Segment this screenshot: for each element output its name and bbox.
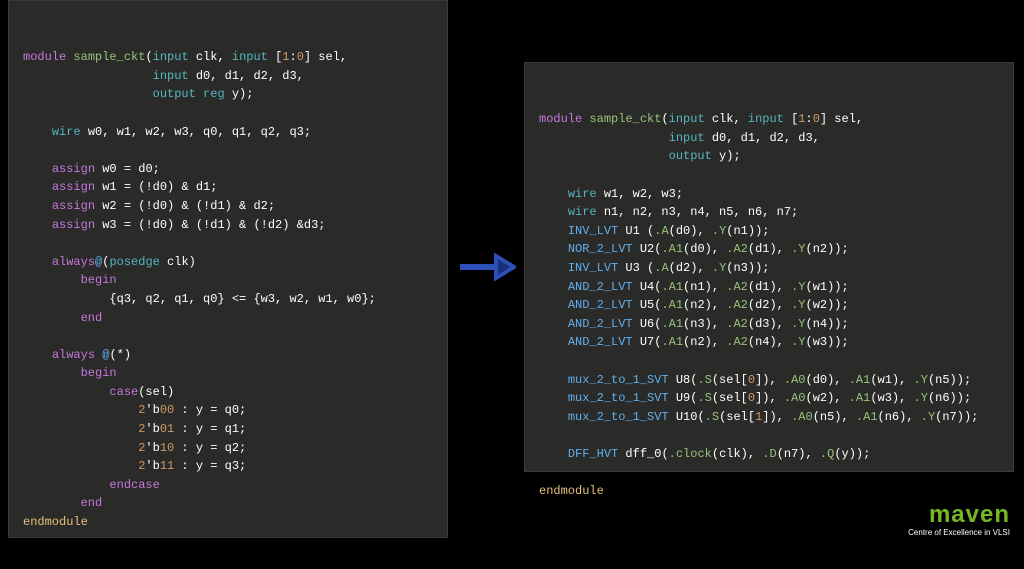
logo-text: maven bbox=[908, 504, 1010, 526]
code-line: 2'b10 : y = q2; bbox=[23, 439, 433, 458]
code-line: module sample_ckt(input clk, input [1:0]… bbox=[23, 48, 433, 67]
code-line: wire w0, w1, w2, w3, q0, q1, q2, q3; bbox=[23, 123, 433, 142]
code-line: output reg y); bbox=[23, 85, 433, 104]
code-line bbox=[23, 234, 433, 253]
code-line: assign w3 = (!d0) & (!d1) & (!d2) &d3; bbox=[23, 216, 433, 235]
code-line: 2'b01 : y = q1; bbox=[23, 420, 433, 439]
code-line: input d0, d1, d2, d3, bbox=[23, 67, 433, 86]
code-line: end bbox=[23, 309, 433, 328]
code-line: module sample_ckt(input clk, input [1:0]… bbox=[539, 110, 999, 129]
code-line: 2'b11 : y = q3; bbox=[23, 457, 433, 476]
code-line: case(sel) bbox=[23, 383, 433, 402]
code-line: input d0, d1, d2, d3, bbox=[539, 129, 999, 148]
code-line: end bbox=[23, 494, 433, 513]
code-line: AND_2_LVT U6(.A1(n3), .A2(d3), .Y(n4)); bbox=[539, 315, 999, 334]
code-line: AND_2_LVT U5(.A1(n2), .A2(d2), .Y(w2)); bbox=[539, 296, 999, 315]
code-line: wire w1, w2, w3; bbox=[539, 185, 999, 204]
code-line bbox=[539, 426, 999, 445]
code-line: INV_LVT U1 (.A(d0), .Y(n1)); bbox=[539, 222, 999, 241]
code-line: mux_2_to_1_SVT U8(.S(sel[0]), .A0(d0), .… bbox=[539, 371, 999, 390]
code-line: INV_LVT U3 (.A(d2), .Y(n3)); bbox=[539, 259, 999, 278]
code-line: begin bbox=[23, 271, 433, 290]
code-line bbox=[23, 141, 433, 160]
code-line: assign w0 = d0; bbox=[23, 160, 433, 179]
code-line: always @(*) bbox=[23, 346, 433, 365]
code-line: assign w2 = (!d0) & (!d1) & d2; bbox=[23, 197, 433, 216]
code-line: NOR_2_LVT U2(.A1(d0), .A2(d1), .Y(n2)); bbox=[539, 240, 999, 259]
brand-logo: maven Centre of Excellence in VLSI bbox=[908, 504, 1010, 537]
logo-subtitle: Centre of Excellence in VLSI bbox=[908, 528, 1010, 537]
code-line: endcase bbox=[23, 476, 433, 495]
code-content: module sample_ckt(input clk, input [1:0]… bbox=[539, 110, 999, 500]
code-line: 2'b00 : y = q0; bbox=[23, 401, 433, 420]
code-line: endmodule bbox=[23, 513, 433, 532]
code-line: output y); bbox=[539, 147, 999, 166]
arrow-icon bbox=[456, 252, 516, 282]
code-line: AND_2_LVT U7(.A1(n2), .A2(n4), .Y(w3)); bbox=[539, 333, 999, 352]
code-line: always@(posedge clk) bbox=[23, 253, 433, 272]
code-line bbox=[539, 463, 999, 482]
left-code-panel: module sample_ckt(input clk, input [1:0]… bbox=[8, 0, 448, 538]
code-line: mux_2_to_1_SVT U9(.S(sel[0]), .A0(w2), .… bbox=[539, 389, 999, 408]
stage: module sample_ckt(input clk, input [1:0]… bbox=[0, 0, 1024, 547]
code-line: AND_2_LVT U4(.A1(n1), .A2(d1), .Y(w1)); bbox=[539, 278, 999, 297]
code-line: DFF_HVT dff_0(.clock(clk), .D(n7), .Q(y)… bbox=[539, 445, 999, 464]
code-line bbox=[539, 352, 999, 371]
code-line: assign w1 = (!d0) & d1; bbox=[23, 178, 433, 197]
code-line bbox=[539, 166, 999, 185]
code-line: endmodule bbox=[539, 482, 999, 501]
logo-main-text: maven bbox=[929, 501, 1010, 528]
code-line: mux_2_to_1_SVT U10(.S(sel[1]), .A0(n5), … bbox=[539, 408, 999, 427]
right-code-panel: module sample_ckt(input clk, input [1:0]… bbox=[524, 62, 1014, 472]
code-content: module sample_ckt(input clk, input [1:0]… bbox=[23, 48, 433, 531]
code-line bbox=[23, 104, 433, 123]
code-line: wire n1, n2, n3, n4, n5, n6, n7; bbox=[539, 203, 999, 222]
code-line: {q3, q2, q1, q0} <= {w3, w2, w1, w0}; bbox=[23, 290, 433, 309]
code-line bbox=[23, 327, 433, 346]
code-line: begin bbox=[23, 364, 433, 383]
